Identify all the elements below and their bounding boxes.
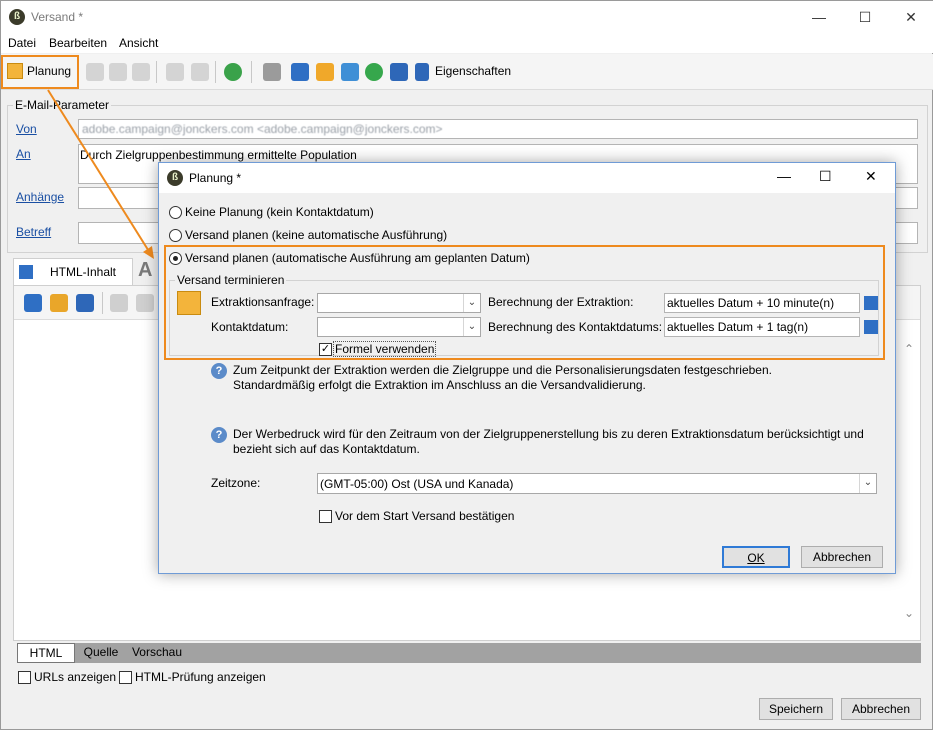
dialog-minimize-button[interactable]: —: [777, 168, 791, 184]
zeitzone-value: (GMT-05:00) Ost (USA und Kanada): [320, 477, 514, 491]
dialog-title: Planung *: [189, 171, 242, 185]
berechnung-kontakt-value: aktuelles Datum + 1 tag(n): [667, 320, 809, 334]
bestaetigen-label: Vor dem Start Versand bestätigen: [335, 509, 515, 523]
dialog-close-button[interactable]: ✕: [865, 168, 877, 185]
app-icon: ß: [167, 170, 183, 186]
dialog-maximize-button[interactable]: ☐: [819, 168, 832, 185]
kontaktdatum-label: Kontaktdatum:: [211, 320, 289, 334]
berechnung-extraktion-field[interactable]: aktuelles Datum + 10 minute(n): [664, 293, 860, 313]
zeitzone-select[interactable]: (GMT-05:00) Ost (USA und Kanada) ⌄: [317, 473, 877, 494]
formel-checkbox[interactable]: ✓: [319, 343, 332, 356]
radio-versand-planen[interactable]: [169, 229, 182, 242]
berechnung-kontakt-field[interactable]: aktuelles Datum + 1 tag(n): [664, 317, 860, 337]
formel-label: Formel verwenden: [333, 341, 437, 357]
radio-keine-planung[interactable]: [169, 206, 182, 219]
info-werbedruck-line1: Der Werbedruck wird für den Zeitraum von…: [233, 427, 864, 441]
ok-button[interactable]: OK: [722, 546, 790, 568]
chevron-down-icon: ⌄: [463, 318, 480, 336]
zeitzone-label: Zeitzone:: [211, 476, 261, 490]
radio-versand-planen-label: Versand planen (keine automatische Ausfü…: [185, 228, 448, 242]
bestaetigen-checkbox[interactable]: [319, 510, 332, 523]
chevron-down-icon: ⌄: [859, 474, 876, 493]
radio-keine-planung-label: Keine Planung (kein Kontaktdatum): [185, 205, 374, 219]
info-werbedruck-line2: bezieht sich auf das Kontaktdatum.: [233, 442, 420, 456]
berechnung-kontakt-label: Berechnung des Kontaktdatums:: [488, 320, 663, 334]
berechnung-extraktion-label: Berechnung der Extraktion:: [488, 295, 634, 309]
radio-versand-automatisch[interactable]: [169, 252, 182, 265]
edit-expression-icon[interactable]: [864, 296, 878, 310]
info-extraktion-line1: Zum Zeitpunkt der Extraktion werden die …: [233, 363, 772, 377]
info-extraktion-line2: Standardmäßig erfolgt die Extraktion im …: [233, 378, 646, 392]
calendar-icon: [177, 291, 201, 315]
versand-terminieren-legend: Versand terminieren: [175, 273, 287, 287]
chevron-down-icon: ⌄: [463, 294, 480, 312]
kontaktdatum-select[interactable]: ⌄: [317, 317, 481, 337]
planung-dialog: ß Planung * — ☐ ✕ Keine Planung (kein Ko…: [158, 162, 896, 574]
info-icon: ?: [211, 363, 227, 379]
info-icon: ?: [211, 427, 227, 443]
extraktionsanfrage-select[interactable]: ⌄: [317, 293, 481, 313]
extraktionsanfrage-label: Extraktionsanfrage:: [211, 295, 315, 309]
radio-versand-automatisch-label: Versand planen (automatische Ausführung …: [185, 251, 530, 265]
edit-expression-icon[interactable]: [864, 320, 878, 334]
berechnung-extraktion-value: aktuelles Datum + 10 minute(n): [667, 296, 835, 310]
dialog-cancel-button[interactable]: Abbrechen: [801, 546, 883, 568]
dialog-title-bar: ß Planung * — ☐ ✕: [159, 163, 895, 193]
